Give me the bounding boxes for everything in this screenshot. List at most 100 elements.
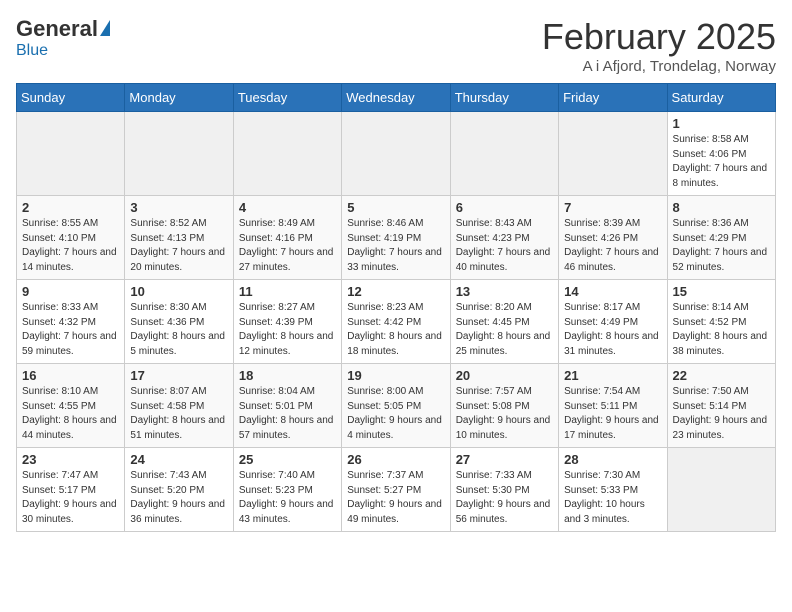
day-number: 12: [347, 284, 444, 299]
day-info: Sunrise: 8:30 AM Sunset: 4:36 PM Dayligh…: [130, 301, 227, 359]
calendar-cell: 26 Sunrise: 7:37 AM Sunset: 5:27 PM Dayli…: [342, 448, 450, 532]
calendar-cell: 5 Sunrise: 8:46 AM Sunset: 4:19 PM Daylig…: [342, 196, 450, 280]
calendar-header-thursday: Thursday: [450, 84, 558, 112]
day-info: Sunrise: 8:43 AM Sunset: 4:23 PM Dayligh…: [456, 217, 553, 275]
day-info: Sunrise: 7:33 AM Sunset: 5:30 PM Dayligh…: [456, 469, 553, 527]
day-number: 24: [130, 452, 227, 467]
day-info: Sunrise: 8:36 AM Sunset: 4:29 PM Dayligh…: [673, 217, 770, 275]
day-number: 10: [130, 284, 227, 299]
day-info: Sunrise: 8:27 AM Sunset: 4:39 PM Dayligh…: [239, 301, 336, 359]
logo-blue: Blue: [16, 42, 48, 60]
day-info: Sunrise: 7:30 AM Sunset: 5:33 PM Dayligh…: [564, 469, 661, 527]
day-number: 23: [22, 452, 119, 467]
day-info: Sunrise: 8:04 AM Sunset: 5:01 PM Dayligh…: [239, 385, 336, 443]
calendar-cell: [17, 112, 125, 196]
day-number: 27: [456, 452, 553, 467]
day-number: 3: [130, 200, 227, 215]
day-number: 26: [347, 452, 444, 467]
day-number: 7: [564, 200, 661, 215]
day-number: 13: [456, 284, 553, 299]
day-info: Sunrise: 8:17 AM Sunset: 4:49 PM Dayligh…: [564, 301, 661, 359]
calendar-cell: 8 Sunrise: 8:36 AM Sunset: 4:29 PM Daylig…: [667, 196, 775, 280]
calendar-cell: 16 Sunrise: 8:10 AM Sunset: 4:55 PM Dayli…: [17, 364, 125, 448]
calendar-header-sunday: Sunday: [17, 84, 125, 112]
calendar-cell: [342, 112, 450, 196]
day-info: Sunrise: 8:58 AM Sunset: 4:06 PM Dayligh…: [673, 133, 770, 191]
day-info: Sunrise: 7:47 AM Sunset: 5:17 PM Dayligh…: [22, 469, 119, 527]
calendar-cell: 14 Sunrise: 8:17 AM Sunset: 4:49 PM Dayli…: [559, 280, 667, 364]
calendar-week-row: 9 Sunrise: 8:33 AM Sunset: 4:32 PM Daylig…: [17, 280, 776, 364]
calendar-cell: 2Sunrise: 8:55 AM Sunset: 4:10 PM Daylig…: [17, 196, 125, 280]
day-info: Sunrise: 8:55 AM Sunset: 4:10 PM Dayligh…: [22, 217, 119, 275]
calendar-cell: [559, 112, 667, 196]
day-info: Sunrise: 7:40 AM Sunset: 5:23 PM Dayligh…: [239, 469, 336, 527]
calendar-cell: 22 Sunrise: 7:50 AM Sunset: 5:14 PM Dayli…: [667, 364, 775, 448]
day-info: Sunrise: 7:54 AM Sunset: 5:11 PM Dayligh…: [564, 385, 661, 443]
calendar-cell: 17 Sunrise: 8:07 AM Sunset: 4:58 PM Dayli…: [125, 364, 233, 448]
day-info: Sunrise: 7:50 AM Sunset: 5:14 PM Dayligh…: [673, 385, 770, 443]
day-number: 21: [564, 368, 661, 383]
calendar-cell: [667, 448, 775, 532]
calendar-cell: 20Sunrise: 7:57 AM Sunset: 5:08 PM Dayli…: [450, 364, 558, 448]
day-number: 19: [347, 368, 444, 383]
day-number: 11: [239, 284, 336, 299]
calendar-cell: 10 Sunrise: 8:30 AM Sunset: 4:36 PM Dayli…: [125, 280, 233, 364]
day-info: Sunrise: 8:49 AM Sunset: 4:16 PM Dayligh…: [239, 217, 336, 275]
calendar-cell: 24 Sunrise: 7:43 AM Sunset: 5:20 PM Dayli…: [125, 448, 233, 532]
calendar-cell: 28 Sunrise: 7:30 AM Sunset: 5:33 PM Dayli…: [559, 448, 667, 532]
calendar-table: SundayMondayTuesdayWednesdayThursdayFrid…: [16, 83, 776, 532]
calendar-cell: 6 Sunrise: 8:43 AM Sunset: 4:23 PM Daylig…: [450, 196, 558, 280]
logo: General Blue: [16, 16, 110, 60]
logo-general: General: [16, 16, 98, 42]
day-number: 28: [564, 452, 661, 467]
calendar-header-saturday: Saturday: [667, 84, 775, 112]
day-number: 14: [564, 284, 661, 299]
day-info: Sunrise: 8:14 AM Sunset: 4:52 PM Dayligh…: [673, 301, 770, 359]
calendar-cell: [450, 112, 558, 196]
day-number: 6: [456, 200, 553, 215]
calendar-cell: 25Sunrise: 7:40 AM Sunset: 5:23 PM Dayli…: [233, 448, 341, 532]
logo-triangle-icon: [100, 20, 110, 36]
day-number: 17: [130, 368, 227, 383]
calendar-cell: 13Sunrise: 8:20 AM Sunset: 4:45 PM Dayli…: [450, 280, 558, 364]
day-info: Sunrise: 8:10 AM Sunset: 4:55 PM Dayligh…: [22, 385, 119, 443]
day-number: 1: [673, 116, 770, 131]
day-number: 22: [673, 368, 770, 383]
day-number: 5: [347, 200, 444, 215]
calendar-header-friday: Friday: [559, 84, 667, 112]
calendar-cell: 7 Sunrise: 8:39 AM Sunset: 4:26 PM Daylig…: [559, 196, 667, 280]
day-info: Sunrise: 8:33 AM Sunset: 4:32 PM Dayligh…: [22, 301, 119, 359]
calendar-cell: [125, 112, 233, 196]
day-info: Sunrise: 7:57 AM Sunset: 5:08 PM Dayligh…: [456, 385, 553, 443]
calendar-cell: 18 Sunrise: 8:04 AM Sunset: 5:01 PM Dayli…: [233, 364, 341, 448]
calendar-cell: 12 Sunrise: 8:23 AM Sunset: 4:42 PM Dayli…: [342, 280, 450, 364]
day-info: Sunrise: 7:37 AM Sunset: 5:27 PM Dayligh…: [347, 469, 444, 527]
calendar-cell: 19 Sunrise: 8:00 AM Sunset: 5:05 PM Dayli…: [342, 364, 450, 448]
day-number: 16: [22, 368, 119, 383]
day-number: 18: [239, 368, 336, 383]
day-info: Sunrise: 8:39 AM Sunset: 4:26 PM Dayligh…: [564, 217, 661, 275]
day-number: 15: [673, 284, 770, 299]
page-header: General Blue February 2025 A i Afjord, T…: [16, 16, 776, 75]
calendar-cell: 21 Sunrise: 7:54 AM Sunset: 5:11 PM Dayli…: [559, 364, 667, 448]
day-info: Sunrise: 7:43 AM Sunset: 5:20 PM Dayligh…: [130, 469, 227, 527]
day-info: Sunrise: 8:00 AM Sunset: 5:05 PM Dayligh…: [347, 385, 444, 443]
calendar-week-row: 1 Sunrise: 8:58 AM Sunset: 4:06 PM Daylig…: [17, 112, 776, 196]
day-info: Sunrise: 8:07 AM Sunset: 4:58 PM Dayligh…: [130, 385, 227, 443]
calendar-week-row: 16 Sunrise: 8:10 AM Sunset: 4:55 PM Dayli…: [17, 364, 776, 448]
day-number: 9: [22, 284, 119, 299]
calendar-header-wednesday: Wednesday: [342, 84, 450, 112]
day-info: Sunrise: 8:46 AM Sunset: 4:19 PM Dayligh…: [347, 217, 444, 275]
calendar-cell: 4 Sunrise: 8:49 AM Sunset: 4:16 PM Daylig…: [233, 196, 341, 280]
calendar-cell: 27 Sunrise: 7:33 AM Sunset: 5:30 PM Dayli…: [450, 448, 558, 532]
calendar-cell: 15 Sunrise: 8:14 AM Sunset: 4:52 PM Dayli…: [667, 280, 775, 364]
day-number: 4: [239, 200, 336, 215]
calendar-header-monday: Monday: [125, 84, 233, 112]
day-number: 8: [673, 200, 770, 215]
day-info: Sunrise: 8:52 AM Sunset: 4:13 PM Dayligh…: [130, 217, 227, 275]
day-info: Sunrise: 8:23 AM Sunset: 4:42 PM Dayligh…: [347, 301, 444, 359]
calendar-cell: 3 Sunrise: 8:52 AM Sunset: 4:13 PM Daylig…: [125, 196, 233, 280]
calendar-cell: 9 Sunrise: 8:33 AM Sunset: 4:32 PM Daylig…: [17, 280, 125, 364]
calendar-cell: 11 Sunrise: 8:27 AM Sunset: 4:39 PM Dayli…: [233, 280, 341, 364]
calendar-week-row: 2Sunrise: 8:55 AM Sunset: 4:10 PM Daylig…: [17, 196, 776, 280]
